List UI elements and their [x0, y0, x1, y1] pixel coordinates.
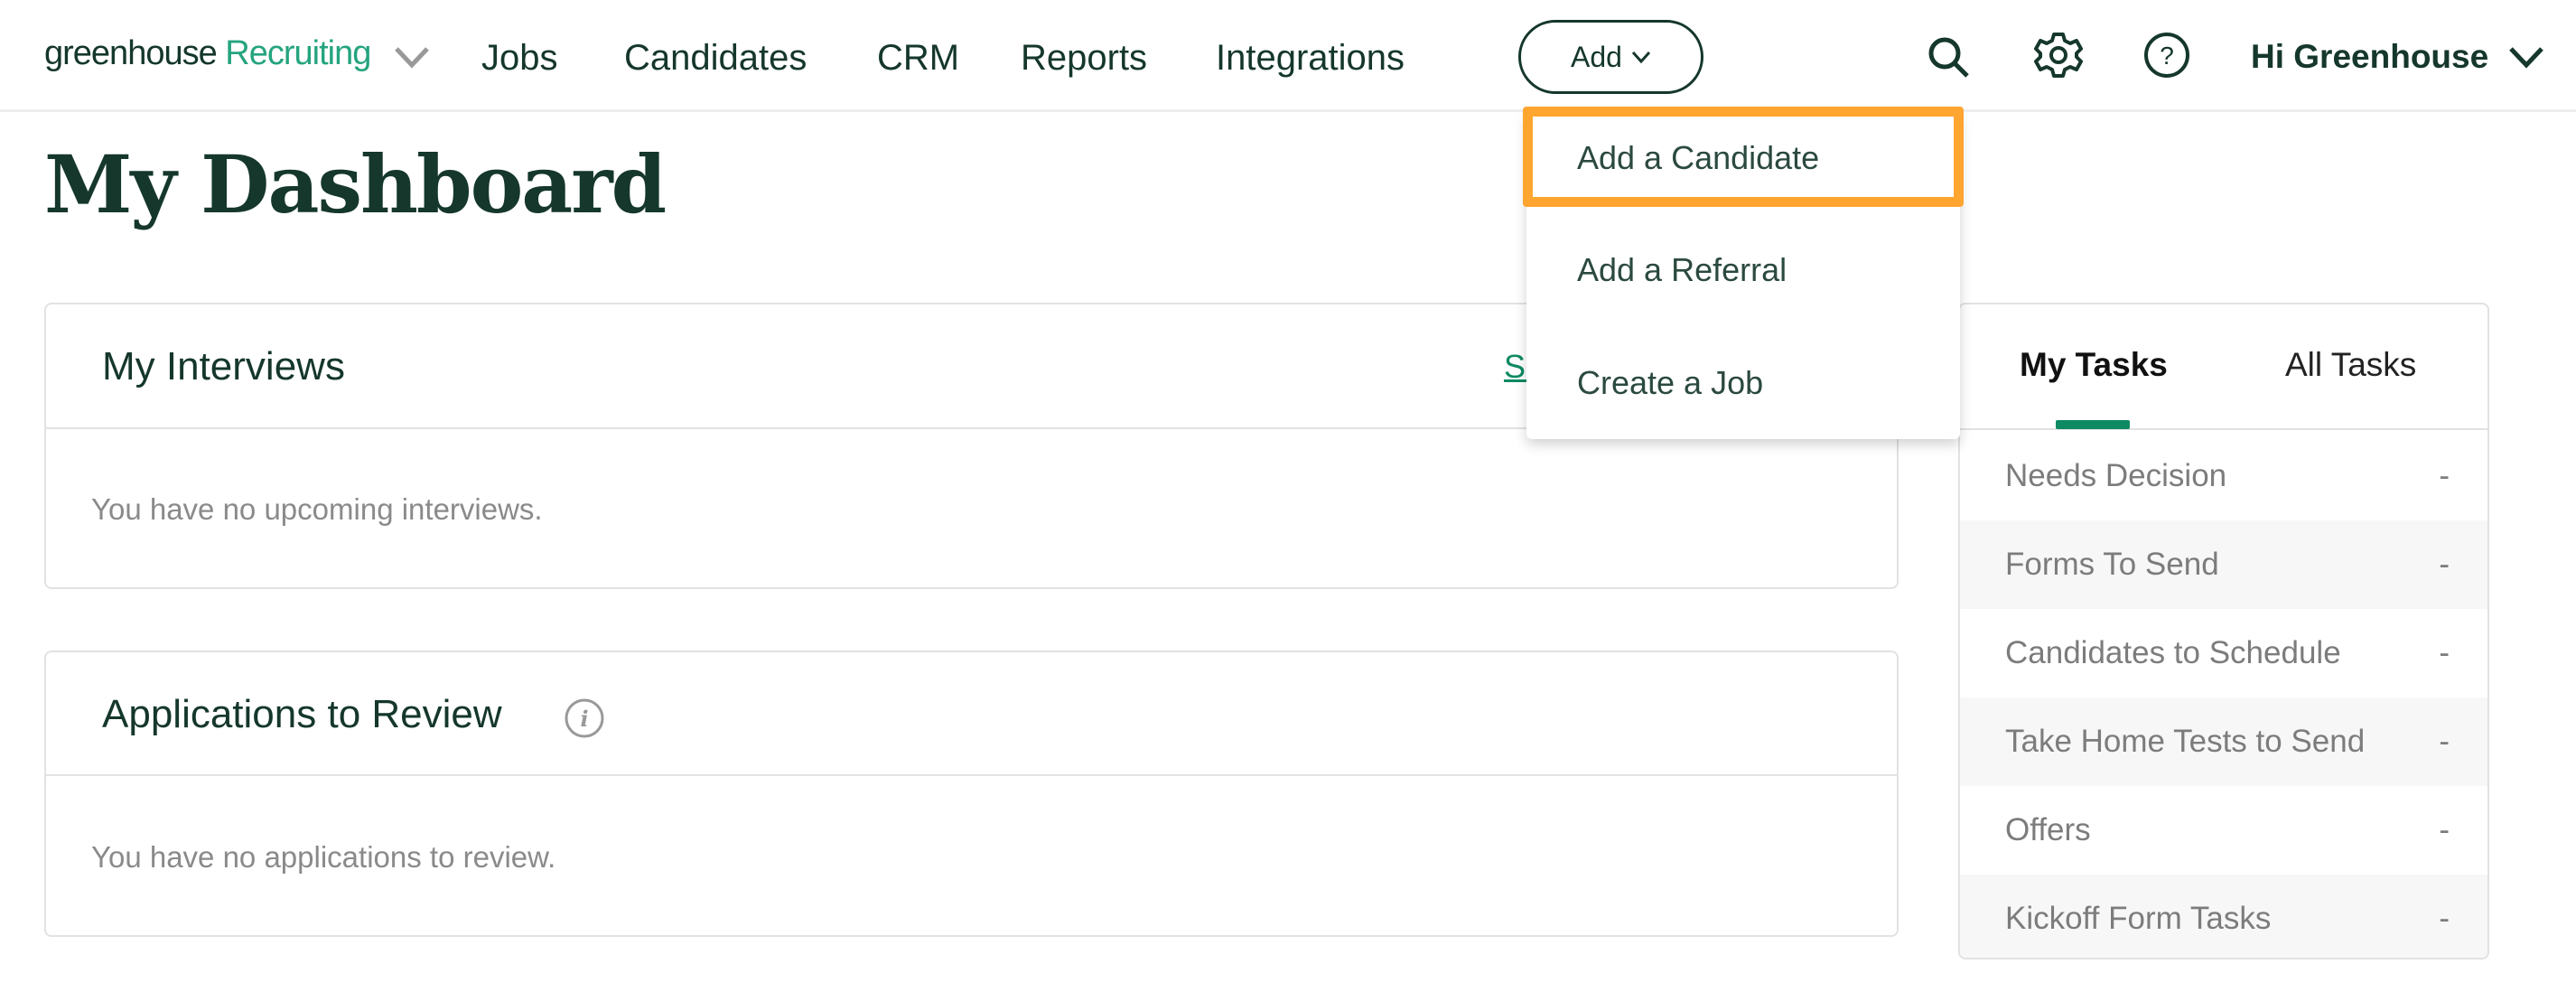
help-icon[interactable]: ?	[2142, 31, 2191, 80]
task-row[interactable]: Offers -	[1960, 786, 2487, 875]
menu-item-add-referral[interactable]: Add a Referral	[1577, 251, 1787, 289]
nav-crm[interactable]: CRM	[877, 38, 959, 79]
product-switcher-chevron-icon[interactable]	[394, 45, 430, 69]
gear-icon[interactable]	[2034, 31, 2083, 80]
logo[interactable]: greenhouse Recruiting	[44, 34, 371, 73]
applications-card: Applications to Review i You have no app…	[44, 650, 1899, 937]
nav-candidates[interactable]: Candidates	[624, 38, 807, 79]
card-title: My Interviews	[102, 344, 345, 388]
svg-text:?: ?	[2160, 42, 2174, 70]
nav-integrations[interactable]: Integrations	[1216, 38, 1405, 79]
empty-message: You have no applications to review.	[91, 840, 556, 874]
active-tab-indicator	[2056, 420, 2130, 429]
empty-message: You have no upcoming interviews.	[91, 492, 543, 526]
task-row[interactable]: Candidates to Schedule -	[1960, 609, 2487, 697]
menu-item-create-job[interactable]: Create a Job	[1577, 364, 1763, 402]
task-row[interactable]: Take Home Tests to Send -	[1960, 697, 2487, 786]
tasks-card: My Tasks All Tasks Needs Decision - Forms…	[1958, 303, 2489, 959]
page-title: My Dashboard	[44, 137, 667, 231]
nav-reports[interactable]: Reports	[1021, 38, 1147, 79]
task-row[interactable]: Forms To Send -	[1960, 520, 2487, 609]
svg-text:i: i	[580, 706, 588, 732]
chevron-down-icon	[2508, 45, 2544, 69]
nav-jobs[interactable]: Jobs	[481, 38, 558, 79]
info-icon[interactable]: i	[564, 697, 605, 739]
user-menu[interactable]: Hi Greenhouse	[2251, 38, 2544, 76]
tab-my-tasks[interactable]: My Tasks	[2020, 346, 2168, 384]
chevron-down-icon	[1631, 50, 1651, 64]
search-icon[interactable]	[1926, 34, 1971, 80]
task-row[interactable]: Needs Decision -	[1960, 432, 2487, 520]
highlight-box	[1523, 107, 1964, 207]
tab-all-tasks[interactable]: All Tasks	[2285, 346, 2416, 384]
task-row[interactable]: Kickoff Form Tasks -	[1960, 875, 2487, 958]
add-button[interactable]: Add	[1518, 20, 1703, 94]
card-title: Applications to Review	[102, 692, 502, 736]
top-nav: greenhouse Recruiting Jobs Candidates CR…	[0, 0, 2576, 112]
